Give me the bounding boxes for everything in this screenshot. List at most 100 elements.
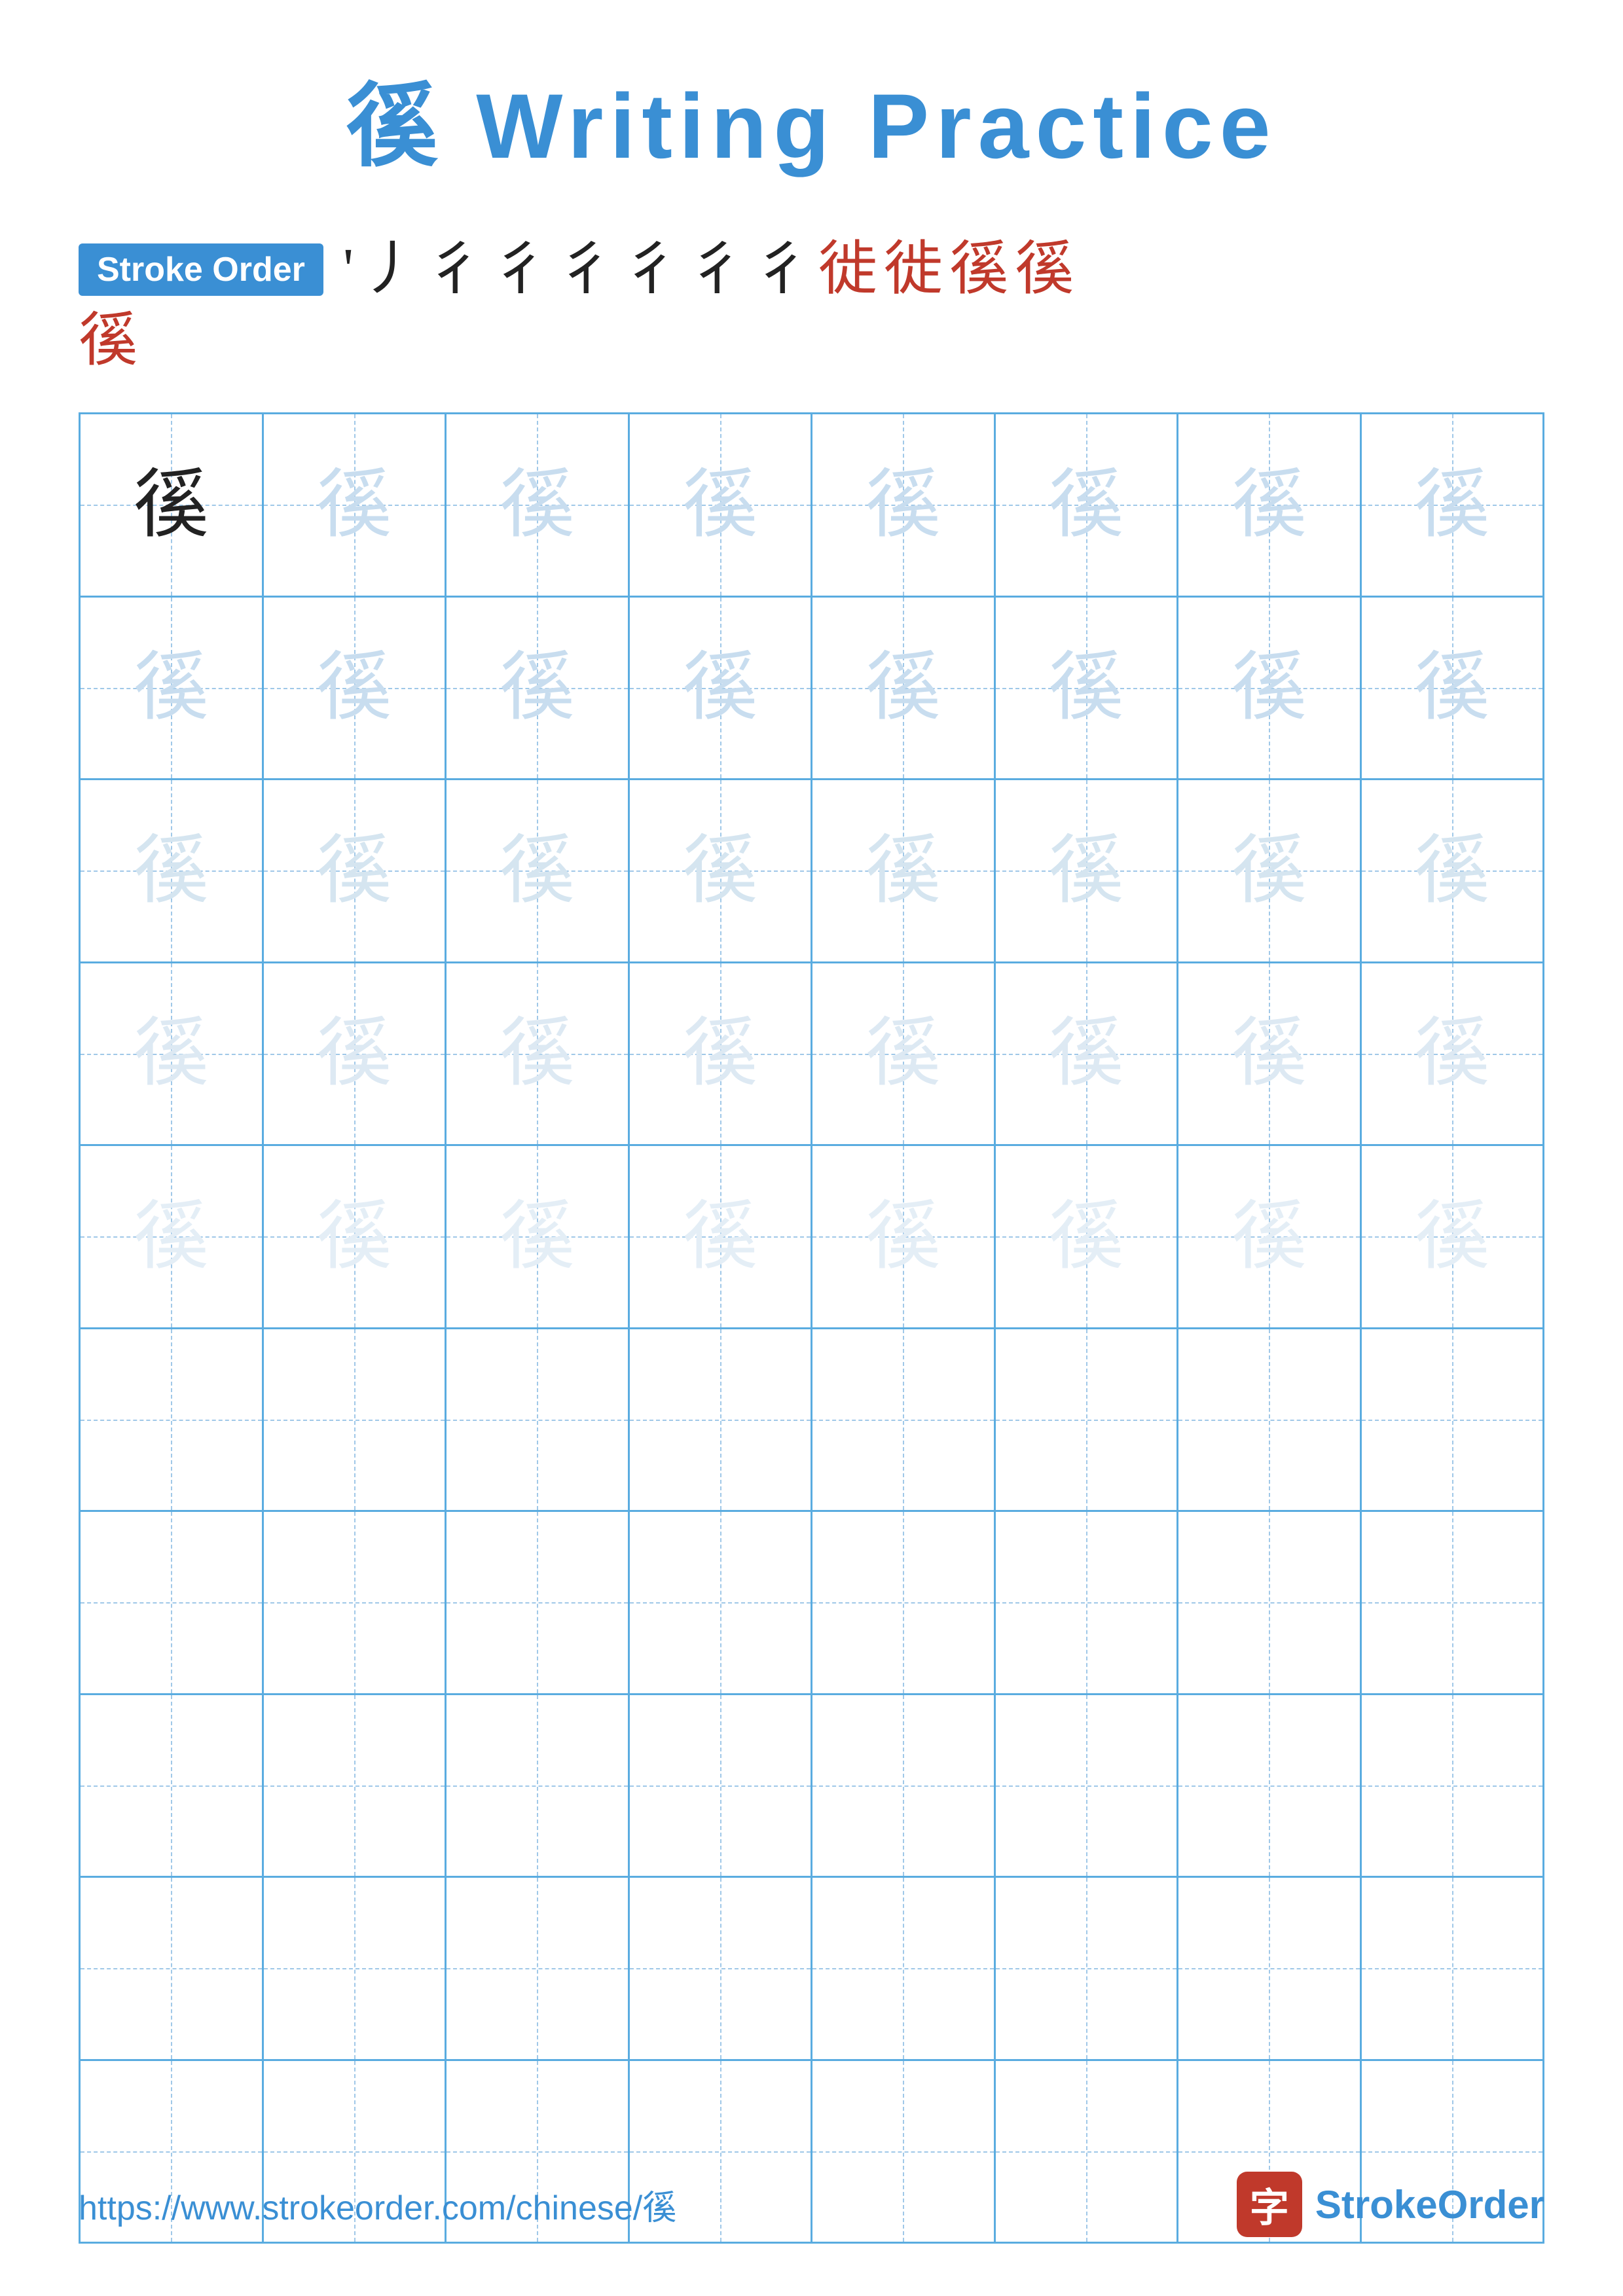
footer-url[interactable]: https://www.strokeorder.com/chinese/徯: [79, 2180, 676, 2229]
page-title: 徯 Writing Practice: [346, 52, 1277, 185]
practice-char: 徯: [316, 650, 392, 725]
grid-row-1: 徯 徯 徯 徯 徯 徯 徯 徯: [81, 414, 1544, 598]
grid-cell[interactable]: 徯: [81, 414, 264, 598]
footer-brand-name: StrokeOrder: [1315, 2182, 1544, 2227]
grid-cell[interactable]: 徯: [447, 1146, 630, 1329]
grid-cell[interactable]: 徯: [264, 414, 447, 598]
grid-cell[interactable]: 徯: [996, 780, 1179, 963]
grid-cell[interactable]: [81, 1512, 264, 1695]
practice-char: 徯: [134, 1016, 209, 1091]
grid-cell[interactable]: 徯: [812, 780, 996, 963]
grid-cell[interactable]: 徯: [81, 598, 264, 781]
grid-cell[interactable]: 徯: [264, 963, 447, 1147]
grid-cell[interactable]: [812, 1329, 996, 1513]
grid-cell[interactable]: [630, 1329, 813, 1513]
grid-cell[interactable]: 徯: [812, 414, 996, 598]
grid-cell[interactable]: 徯: [447, 414, 630, 598]
grid-cell[interactable]: [264, 1512, 447, 1695]
practice-char: 徯: [316, 1199, 392, 1274]
grid-cell[interactable]: [996, 1512, 1179, 1695]
grid-cell[interactable]: 徯: [447, 963, 630, 1147]
practice-char: 徯: [682, 1199, 757, 1274]
grid-cell[interactable]: [264, 1878, 447, 2061]
practice-char: 徯: [1414, 650, 1489, 725]
practice-char: 徯: [134, 833, 209, 908]
grid-cell[interactable]: 徯: [81, 963, 264, 1147]
grid-cell[interactable]: [1362, 1512, 1545, 1695]
grid-cell[interactable]: [812, 1878, 996, 2061]
grid-cell[interactable]: [996, 1329, 1179, 1513]
grid-cell[interactable]: 徯: [996, 963, 1179, 1147]
grid-cell[interactable]: [1178, 1878, 1362, 2061]
grid-cell[interactable]: 徯: [1178, 598, 1362, 781]
grid-cell[interactable]: [264, 1695, 447, 1878]
grid-cell[interactable]: [630, 1695, 813, 1878]
practice-char: 徯: [316, 467, 392, 543]
grid-cell[interactable]: 徯: [447, 598, 630, 781]
grid-cell[interactable]: 徯: [447, 780, 630, 963]
grid-row-6: [81, 1329, 1544, 1513]
grid-cell[interactable]: [81, 1329, 264, 1513]
grid-cell[interactable]: [630, 1512, 813, 1695]
grid-cell[interactable]: 徯: [630, 414, 813, 598]
grid-cell[interactable]: [996, 1878, 1179, 2061]
grid-cell[interactable]: [447, 1329, 630, 1513]
grid-cell[interactable]: 徯: [812, 598, 996, 781]
stroke-4: 彳: [491, 237, 550, 302]
grid-cell[interactable]: 徯: [1362, 1146, 1545, 1329]
grid-cell[interactable]: [1178, 1695, 1362, 1878]
stroke-sequence: ' 丿 彳 彳 彳 彳 彳 彳 徙 徙 徯 徯: [343, 237, 1074, 302]
grid-cell[interactable]: 徯: [81, 780, 264, 963]
grid-cell[interactable]: [447, 1512, 630, 1695]
grid-cell[interactable]: 徯: [630, 598, 813, 781]
grid-cell[interactable]: 徯: [630, 780, 813, 963]
grid-cell[interactable]: 徯: [81, 1146, 264, 1329]
grid-cell[interactable]: [81, 1878, 264, 2061]
grid-cell[interactable]: 徯: [1362, 780, 1545, 963]
grid-cell[interactable]: [630, 1878, 813, 2061]
grid-cell[interactable]: 徯: [1362, 414, 1545, 598]
practice-char: 徯: [1231, 1199, 1307, 1274]
grid-cell[interactable]: 徯: [996, 414, 1179, 598]
grid-cell[interactable]: 徯: [1178, 963, 1362, 1147]
grid-cell[interactable]: 徯: [1362, 598, 1545, 781]
grid-cell[interactable]: 徯: [996, 1146, 1179, 1329]
stroke-6: 彳: [622, 237, 681, 302]
grid-cell[interactable]: [81, 1695, 264, 1878]
grid-cell[interactable]: [812, 1695, 996, 1878]
grid-cell[interactable]: 徯: [630, 963, 813, 1147]
grid-cell[interactable]: [812, 1512, 996, 1695]
grid-cell[interactable]: [1362, 1329, 1545, 1513]
grid-cell[interactable]: [447, 1878, 630, 2061]
grid-cell[interactable]: 徯: [1362, 963, 1545, 1147]
grid-cell[interactable]: 徯: [812, 1146, 996, 1329]
practice-char: 徯: [1414, 1199, 1489, 1274]
grid-cell[interactable]: 徯: [1178, 1146, 1362, 1329]
grid-cell[interactable]: 徯: [812, 963, 996, 1147]
grid-cell[interactable]: [1362, 1695, 1545, 1878]
grid-cell[interactable]: 徯: [264, 1146, 447, 1329]
grid-cell[interactable]: 徯: [630, 1146, 813, 1329]
practice-grid: 徯 徯 徯 徯 徯 徯 徯 徯 徯 徯 徯 徯 徯 徯 徯 徯 徯 徯 徯 徯 …: [79, 412, 1544, 2244]
grid-cell[interactable]: 徯: [264, 598, 447, 781]
practice-char: 徯: [1414, 467, 1489, 543]
stroke-9: 徙: [818, 237, 877, 302]
page: 徯 Writing Practice Stroke Order ' 丿 彳 彳 …: [0, 0, 1623, 2296]
practice-char: 徯: [1048, 1016, 1123, 1091]
practice-char: 徯: [1048, 650, 1123, 725]
grid-cell[interactable]: 徯: [264, 780, 447, 963]
practice-char: 徯: [866, 1199, 941, 1274]
grid-cell[interactable]: [447, 1695, 630, 1878]
stroke-10: 徙: [884, 237, 943, 302]
practice-char: 徯: [1414, 833, 1489, 908]
grid-cell[interactable]: 徯: [1178, 414, 1362, 598]
grid-cell[interactable]: [1178, 1512, 1362, 1695]
stroke-2: 丿: [360, 237, 419, 302]
grid-row-2: 徯 徯 徯 徯 徯 徯 徯 徯: [81, 598, 1544, 781]
grid-cell[interactable]: 徯: [1178, 780, 1362, 963]
grid-cell[interactable]: [1178, 1329, 1362, 1513]
grid-cell[interactable]: 徯: [996, 598, 1179, 781]
grid-cell[interactable]: [264, 1329, 447, 1513]
grid-cell[interactable]: [996, 1695, 1179, 1878]
grid-cell[interactable]: [1362, 1878, 1545, 2061]
